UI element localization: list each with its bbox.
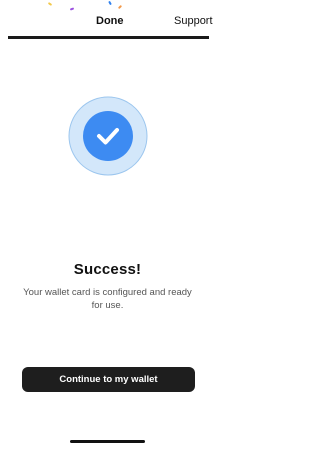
confetti-speck (117, 4, 123, 10)
confetti-speck (108, 0, 112, 6)
success-title: Success! (73, 261, 142, 278)
support-link[interactable]: Support (174, 15, 213, 27)
confetti-speck (47, 2, 53, 6)
top-bar: Done Support (0, 0, 215, 39)
success-badge (68, 96, 148, 176)
success-message: Your wallet card is configured and ready… (23, 287, 192, 311)
continue-to-wallet-button[interactable]: Continue to my wallet (22, 367, 195, 392)
done-tab[interactable]: Done (96, 15, 124, 27)
home-indicator[interactable] (70, 440, 145, 443)
checkmark-icon (68, 96, 148, 176)
header-divider (8, 36, 209, 39)
continue-button-label: Continue to my wallet (59, 374, 158, 385)
confetti-speck (69, 7, 75, 11)
